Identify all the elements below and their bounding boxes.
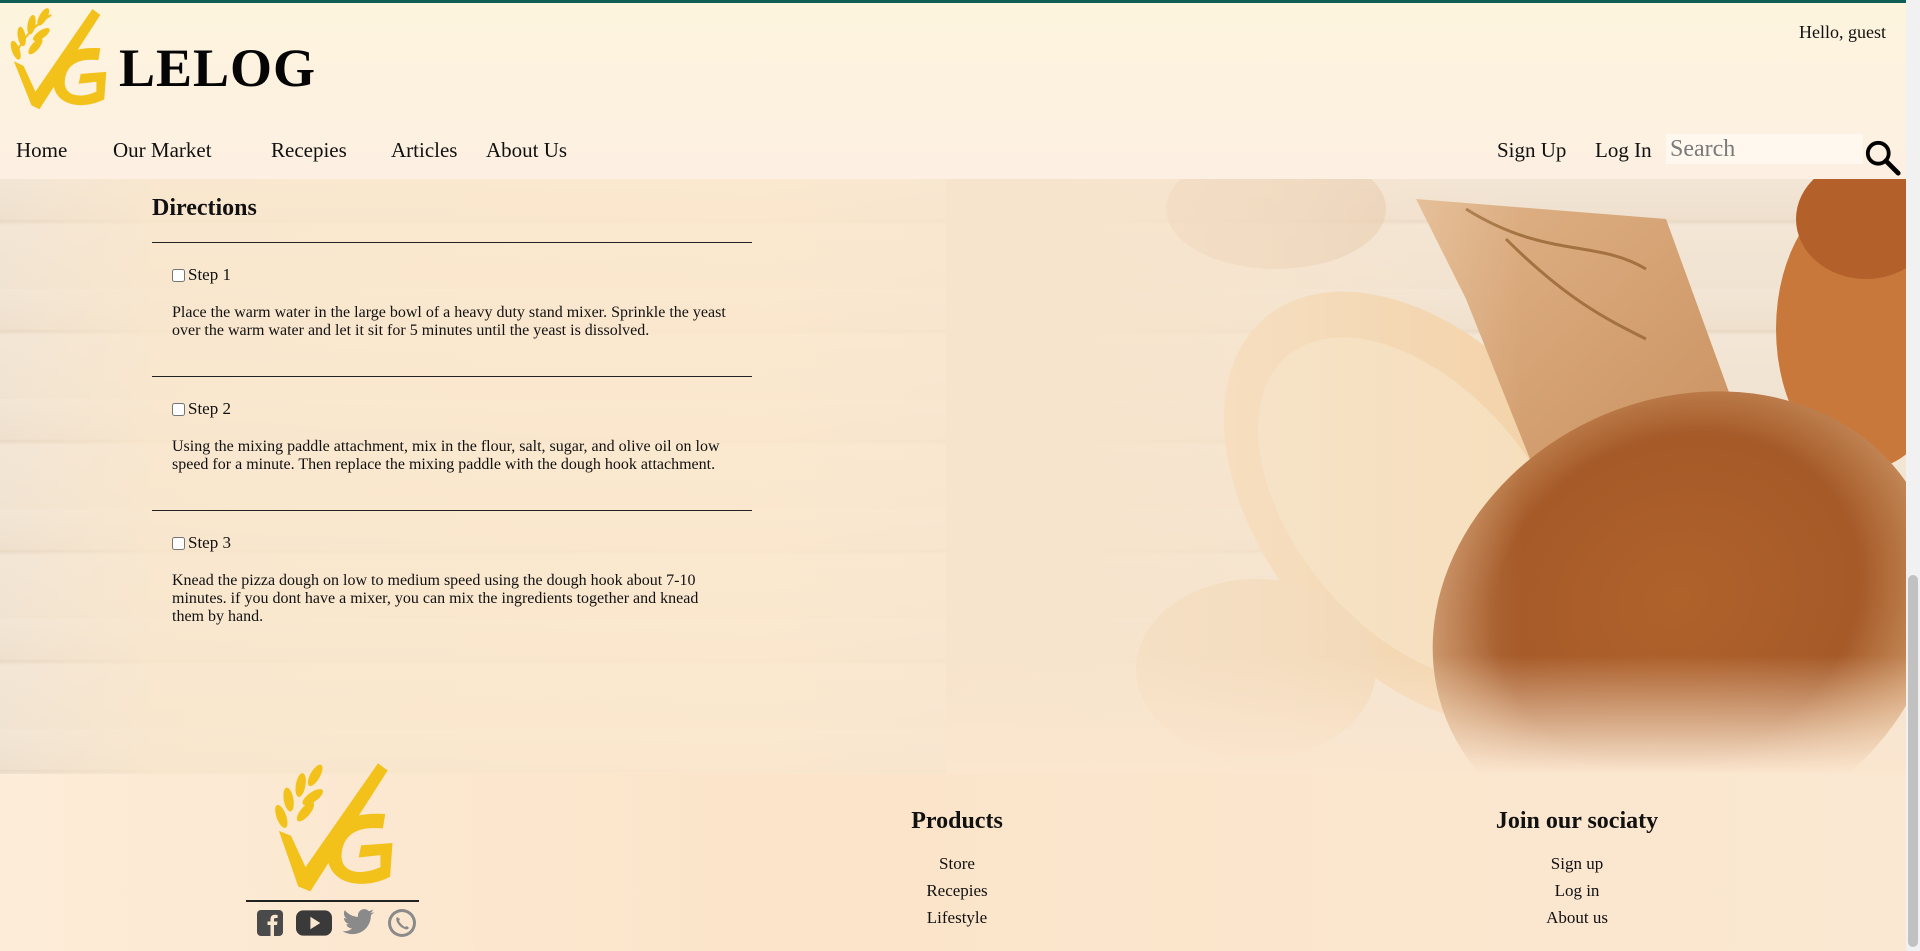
directions-panel: Directions Step 1 Place the warm water i…	[152, 195, 752, 662]
footer-link-lifestyle[interactable]: Lifestyle	[827, 908, 1087, 928]
step-text: Place the warm water in the large bowl o…	[172, 304, 726, 339]
whatsapp-icon[interactable]	[384, 905, 420, 941]
nav-about-us[interactable]: About Us	[486, 138, 567, 163]
footer-products-column: Products Store Recepies Lifestyle	[827, 808, 1087, 935]
nav-articles[interactable]: Articles	[391, 138, 457, 163]
twitter-icon[interactable]	[340, 905, 376, 941]
recipe-directions-section: Directions Step 1 Place the warm water i…	[0, 179, 1906, 774]
page-scrollbar[interactable]	[1906, 0, 1920, 951]
brand-name[interactable]: LELOG	[119, 37, 316, 99]
footer-logo-icon[interactable]	[262, 756, 407, 901]
footer-link-store[interactable]: Store	[827, 854, 1087, 874]
footer-products-title: Products	[911, 808, 1003, 834]
log-in-link[interactable]: Log In	[1595, 138, 1652, 163]
footer-link-about-us[interactable]: About us	[1447, 908, 1707, 928]
user-greeting: Hello, guest	[1799, 22, 1886, 42]
scrollbar-thumb[interactable]	[1908, 575, 1918, 947]
step-checkbox[interactable]	[172, 402, 185, 416]
site-footer: Products Store Recepies Lifestyle Join o…	[0, 763, 1906, 951]
brand-logo-icon[interactable]	[2, 7, 120, 125]
sign-up-link[interactable]: Sign Up	[1497, 138, 1566, 163]
step-label: Step 3	[188, 533, 231, 552]
footer-link-log-in[interactable]: Log in	[1447, 881, 1707, 901]
footer-link-recepies[interactable]: Recepies	[827, 881, 1087, 901]
step-label-row[interactable]: Step 1	[172, 265, 732, 285]
step-item: Step 3 Knead the pizza dough on low to m…	[152, 510, 752, 662]
youtube-icon[interactable]	[296, 905, 332, 941]
step-label-row[interactable]: Step 2	[172, 399, 732, 419]
footer-join-title: Join our sociaty	[1495, 808, 1659, 834]
step-checkbox[interactable]	[172, 536, 185, 550]
step-item: Step 1 Place the warm water in the large…	[152, 242, 752, 376]
nav-our-market[interactable]: Our Market	[113, 138, 212, 163]
social-links	[252, 905, 420, 941]
step-label: Step 1	[188, 265, 231, 284]
step-text: Knead the pizza dough on low to medium s…	[172, 572, 699, 625]
step-checkbox[interactable]	[172, 268, 185, 282]
nav-recepies[interactable]: Recepies	[271, 138, 347, 163]
step-text: Using the mixing paddle attachment, mix …	[172, 438, 720, 473]
footer-divider	[246, 900, 419, 902]
step-label-row[interactable]: Step 3	[172, 533, 732, 553]
bread-background-image	[946, 179, 1906, 774]
directions-title: Directions	[152, 195, 257, 221]
search-input[interactable]	[1666, 134, 1863, 164]
nav-home[interactable]: Home	[16, 138, 67, 163]
facebook-icon[interactable]	[252, 905, 288, 941]
footer-join-column: Join our sociaty Sign up Log in About us	[1447, 808, 1707, 935]
step-item: Step 2 Using the mixing paddle attachmen…	[152, 376, 752, 510]
footer-link-sign-up[interactable]: Sign up	[1447, 854, 1707, 874]
step-label: Step 2	[188, 399, 231, 418]
search-icon[interactable]	[1864, 139, 1902, 177]
